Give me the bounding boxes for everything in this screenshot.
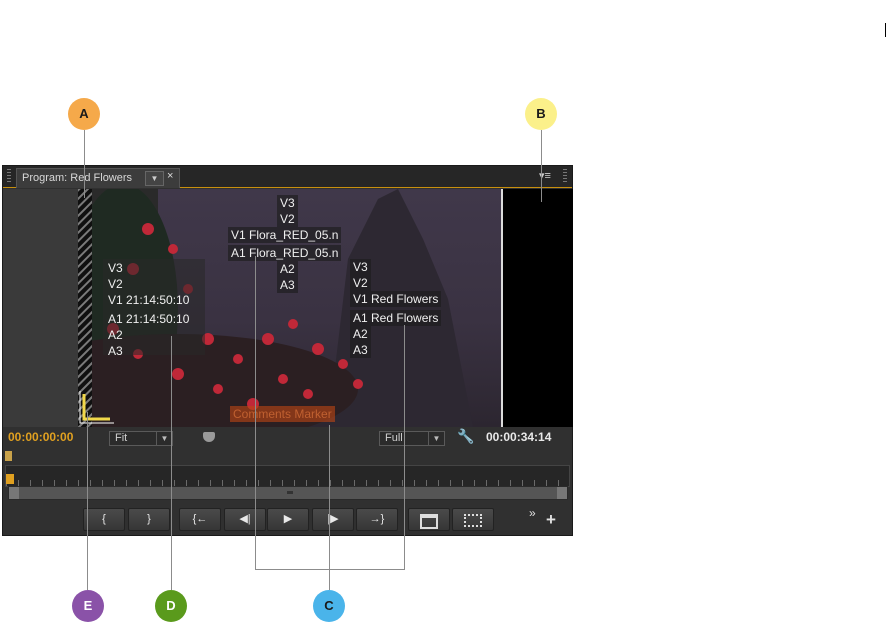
leader-line-e: [87, 412, 88, 590]
overlay-left-a2: A2: [108, 328, 123, 342]
overlay-right-v3: V3: [350, 259, 371, 275]
overlay-center-a1: A1 Flora_RED_05.n: [228, 245, 342, 261]
insert-icon: [420, 514, 438, 529]
step-back-button[interactable]: ◀|: [224, 508, 266, 531]
letterbox-right: [501, 189, 573, 427]
tab-title: Program: Red Flowers: [22, 172, 133, 184]
callout-d: D: [155, 590, 187, 622]
callout-b: B: [525, 98, 557, 130]
resolution-value: Full: [385, 432, 403, 444]
zoom-level-value: Fit: [115, 432, 128, 444]
overlay-left-v3: V3: [108, 261, 123, 275]
chevron-down-icon: ▼: [428, 432, 444, 445]
panel-grip-right[interactable]: [563, 169, 567, 184]
panel-tab-bar: Program: Red Flowers ▼ × ▾≡: [3, 166, 572, 188]
page-edge-mark: [885, 23, 886, 37]
leader-line-d: [171, 336, 172, 590]
mark-out-button[interactable]: }: [128, 508, 170, 531]
time-ruler[interactable]: [5, 465, 570, 487]
duration-timecode: 00:00:34:14: [486, 430, 552, 444]
leader-line-c: [329, 425, 330, 590]
overlay-center-a2: A2: [277, 261, 298, 277]
zoom-scrollbar[interactable]: [8, 486, 568, 500]
video-frame: V3 V2 V1 Flora_RED_05.n A1 Flora_RED_05.…: [78, 189, 501, 427]
comments-marker-label: Comments Marker: [230, 406, 335, 422]
overlay-right-a1: A1 Red Flowers: [350, 310, 442, 326]
overlay-center-v3: V3: [277, 195, 298, 211]
leader-line-c-right: [404, 325, 405, 570]
tab-close-icon[interactable]: ×: [167, 170, 173, 182]
playhead-timecode[interactable]: 00:00:00:00: [8, 430, 73, 444]
leader-line-a: [84, 130, 85, 198]
scrollbar-left-handle[interactable]: [9, 487, 19, 499]
chevron-down-icon: ▼: [156, 432, 172, 445]
leader-line-b: [541, 130, 542, 202]
overlay-right-a3: A3: [350, 342, 371, 358]
viewer-left-gutter: [3, 189, 78, 427]
panel-grip-left[interactable]: [7, 169, 11, 184]
overlay-right-v1: V1 Red Flowers: [350, 291, 442, 307]
add-button-icon[interactable]: +: [546, 510, 556, 530]
callout-a: A: [68, 98, 100, 130]
callout-e: E: [72, 590, 104, 622]
tab-dropdown-icon[interactable]: ▼: [145, 171, 164, 186]
overlay-left-v2: V2: [108, 277, 123, 291]
more-controls-icon[interactable]: »: [529, 506, 536, 520]
overlay-right-a2: A2: [350, 326, 371, 342]
scrollbar-right-handle[interactable]: [557, 487, 567, 499]
overlay-center-v1: V1 Flora_RED_05.n: [228, 227, 342, 243]
mark-in-button[interactable]: {: [83, 508, 125, 531]
step-forward-button[interactable]: |▶: [312, 508, 354, 531]
resolution-select[interactable]: Full ▼: [379, 431, 445, 446]
playhead-marker-icon[interactable]: [5, 451, 12, 461]
overlay-left-a3: A3: [108, 344, 123, 358]
tab-program[interactable]: Program: Red Flowers ▼ ×: [16, 168, 180, 188]
go-to-out-button[interactable]: →}: [356, 508, 398, 531]
go-to-in-button[interactable]: {←: [179, 508, 221, 531]
overlay-left-v1: V1 21:14:50:10: [108, 293, 190, 307]
play-button[interactable]: ▶: [267, 508, 309, 531]
overlay-center-v2: V2: [277, 211, 298, 227]
overwrite-icon: [464, 514, 482, 527]
overwrite-button[interactable]: [452, 508, 494, 531]
settings-wrench-icon[interactable]: 🔧: [457, 428, 474, 445]
overlay-center-a3: A3: [277, 277, 298, 293]
zoom-level-select[interactable]: Fit ▼: [109, 431, 173, 446]
playhead-icon[interactable]: [6, 474, 14, 484]
overlay-right-v2: V2: [350, 275, 371, 291]
leader-line-c-left: [255, 256, 256, 570]
insert-button[interactable]: [408, 508, 450, 531]
overlay-left-a1: A1 21:14:50:10: [108, 312, 190, 326]
scrollbar-thumb-grip: [287, 491, 293, 494]
leader-line-c-bracket: [255, 569, 405, 570]
marker-shield-icon[interactable]: [203, 432, 215, 442]
callout-c: C: [313, 590, 345, 622]
